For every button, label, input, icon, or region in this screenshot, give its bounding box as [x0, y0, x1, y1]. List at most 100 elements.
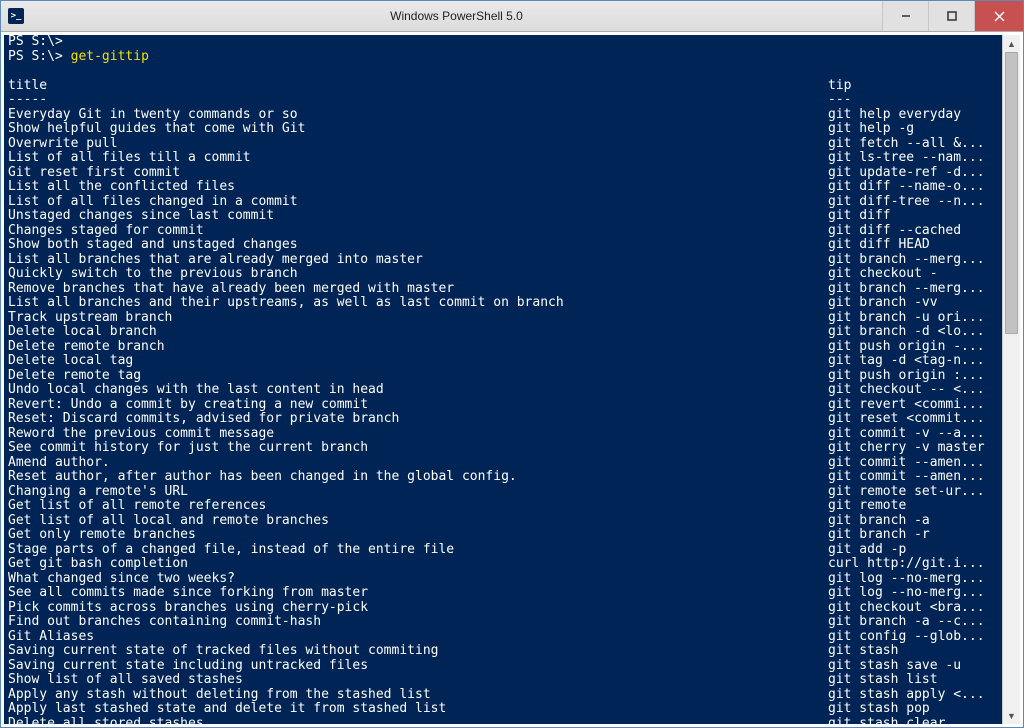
- table-row: Delete all stored stashesgit stash clear: [8, 717, 998, 725]
- scroll-down-button[interactable]: ▼: [1003, 707, 1020, 724]
- title-cell: Get list of all local and remote branche…: [8, 514, 828, 529]
- table-row: List all the conflicted filesgit diff --…: [8, 180, 998, 195]
- table-row: Apply last stashed state and delete it f…: [8, 702, 998, 717]
- tip-cell: tip: [828, 79, 998, 94]
- tip-cell: git commit -v --a...: [828, 427, 998, 442]
- title-cell: Revert: Undo a commit by creating a new …: [8, 398, 828, 413]
- scroll-thumb[interactable]: [1005, 52, 1018, 334]
- title-cell: Get list of all remote references: [8, 499, 828, 514]
- tip-cell: git stash save -u: [828, 659, 998, 674]
- title-cell: Apply any stash without deleting from th…: [8, 688, 828, 703]
- minimize-icon: [901, 11, 911, 21]
- vertical-scrollbar[interactable]: ▲ ▼: [1002, 35, 1020, 724]
- table-row: Get list of all local and remote branche…: [8, 514, 998, 529]
- terminal-output[interactable]: PS S:\>PS S:\> get-gittip titletip------…: [4, 35, 1002, 724]
- table-row: Get only remote branchesgit branch -r: [8, 528, 998, 543]
- title-cell: Find out branches containing commit-hash: [8, 615, 828, 630]
- title-cell: Delete remote branch: [8, 340, 828, 355]
- tip-cell: git log --no-merg...: [828, 572, 998, 587]
- tip-cell: git commit --amen...: [828, 470, 998, 485]
- tip-cell: git branch -d <lo...: [828, 325, 998, 340]
- prompt-line: PS S:\>: [8, 35, 63, 50]
- table-row: Remove branches that have already been m…: [8, 282, 998, 297]
- title-cell: List of all files changed in a commit: [8, 195, 828, 210]
- title-cell: List all the conflicted files: [8, 180, 828, 195]
- tip-cell: git diff: [828, 209, 998, 224]
- title-cell: Amend author.: [8, 456, 828, 471]
- tip-cell: git config --glob...: [828, 630, 998, 645]
- table-row: Undo local changes with the last content…: [8, 383, 998, 398]
- table-row: Show list of all saved stashesgit stash …: [8, 673, 998, 688]
- tip-cell: git diff-tree --n...: [828, 195, 998, 210]
- title-cell: List all branches and their upstreams, a…: [8, 296, 828, 311]
- client-area: PS S:\>PS S:\> get-gittip titletip------…: [1, 32, 1023, 727]
- title-cell: Remove branches that have already been m…: [8, 282, 828, 297]
- table-row: Show both staged and unstaged changesgit…: [8, 238, 998, 253]
- close-button[interactable]: [974, 1, 1023, 31]
- title-cell: -----: [8, 93, 828, 108]
- tip-cell: git stash: [828, 644, 998, 659]
- title-cell: See all commits made since forking from …: [8, 586, 828, 601]
- table-row: Pick commits across branches using cherr…: [8, 601, 998, 616]
- table-row: Get list of all remote referencesgit rem…: [8, 499, 998, 514]
- table-row: Overwrite pullgit fetch --all &...: [8, 137, 998, 152]
- tip-cell: git reset <commit...: [828, 412, 998, 427]
- title-cell: Delete local tag: [8, 354, 828, 369]
- table-row: Saving current state including untracked…: [8, 659, 998, 674]
- title-cell: Get git bash completion: [8, 557, 828, 572]
- title-cell: Track upstream branch: [8, 311, 828, 326]
- window-controls: [882, 1, 1023, 31]
- tip-cell: git remote: [828, 499, 998, 514]
- tip-cell: git push origin -...: [828, 340, 998, 355]
- table-row: Everyday Git in twenty commands or sogit…: [8, 108, 998, 123]
- title-cell: List of all files till a commit: [8, 151, 828, 166]
- tip-cell: git branch -vv: [828, 296, 998, 311]
- table-row: Changes staged for commitgit diff --cach…: [8, 224, 998, 239]
- title-cell: Get only remote branches: [8, 528, 828, 543]
- title-cell: Reset: Discard commits, advised for priv…: [8, 412, 828, 427]
- minimize-button[interactable]: [882, 1, 928, 31]
- titlebar[interactable]: >_ Windows PowerShell 5.0: [1, 1, 1023, 32]
- column-separator: --------: [8, 93, 998, 108]
- tip-cell: git branch -u ori...: [828, 311, 998, 326]
- title-cell: Reset author, after author has been chan…: [8, 470, 828, 485]
- tip-cell: git ls-tree --nam...: [828, 151, 998, 166]
- tip-cell: git tag -d <tag-n...: [828, 354, 998, 369]
- close-icon: [994, 11, 1005, 22]
- title-cell: Git Aliases: [8, 630, 828, 645]
- title-cell: Delete local branch: [8, 325, 828, 340]
- prompt-line: PS S:\>: [8, 50, 71, 65]
- tip-cell: git help -g: [828, 122, 998, 137]
- title-cell: Git reset first commit: [8, 166, 828, 181]
- tip-cell: git cherry -v master: [828, 441, 998, 456]
- table-row: Delete remote branchgit push origin -...: [8, 340, 998, 355]
- tip-cell: git stash clear: [828, 717, 998, 725]
- maximize-button[interactable]: [928, 1, 974, 31]
- tip-cell: git branch -r: [828, 528, 998, 543]
- app-icon: >_: [1, 1, 31, 31]
- table-row: Track upstream branchgit branch -u ori..…: [8, 311, 998, 326]
- tip-cell: git push origin :...: [828, 369, 998, 384]
- table-row: Stage parts of a changed file, instead o…: [8, 543, 998, 558]
- table-row: Reset: Discard commits, advised for priv…: [8, 412, 998, 427]
- table-row: Revert: Undo a commit by creating a new …: [8, 398, 998, 413]
- table-row: List all branches and their upstreams, a…: [8, 296, 998, 311]
- title-cell: Changing a remote's URL: [8, 485, 828, 500]
- title-cell: What changed since two weeks?: [8, 572, 828, 587]
- table-row: Quickly switch to the previous branchgit…: [8, 267, 998, 282]
- title-cell: Everyday Git in twenty commands or so: [8, 108, 828, 123]
- tip-cell: git help everyday: [828, 108, 998, 123]
- powershell-icon: >_: [8, 8, 24, 24]
- title-cell: Saving current state of tracked files wi…: [8, 644, 828, 659]
- title-cell: Pick commits across branches using cherr…: [8, 601, 828, 616]
- title-cell: Show both staged and unstaged changes: [8, 238, 828, 253]
- scroll-track[interactable]: [1003, 52, 1020, 707]
- table-row: Delete local taggit tag -d <tag-n...: [8, 354, 998, 369]
- table-row: List of all files till a commitgit ls-tr…: [8, 151, 998, 166]
- title-cell: Apply last stashed state and delete it f…: [8, 702, 828, 717]
- title-cell: Changes staged for commit: [8, 224, 828, 239]
- scroll-up-button[interactable]: ▲: [1003, 35, 1020, 52]
- title-cell: Saving current state including untracked…: [8, 659, 828, 674]
- table-row: Find out branches containing commit-hash…: [8, 615, 998, 630]
- tip-cell: git add -p: [828, 543, 998, 558]
